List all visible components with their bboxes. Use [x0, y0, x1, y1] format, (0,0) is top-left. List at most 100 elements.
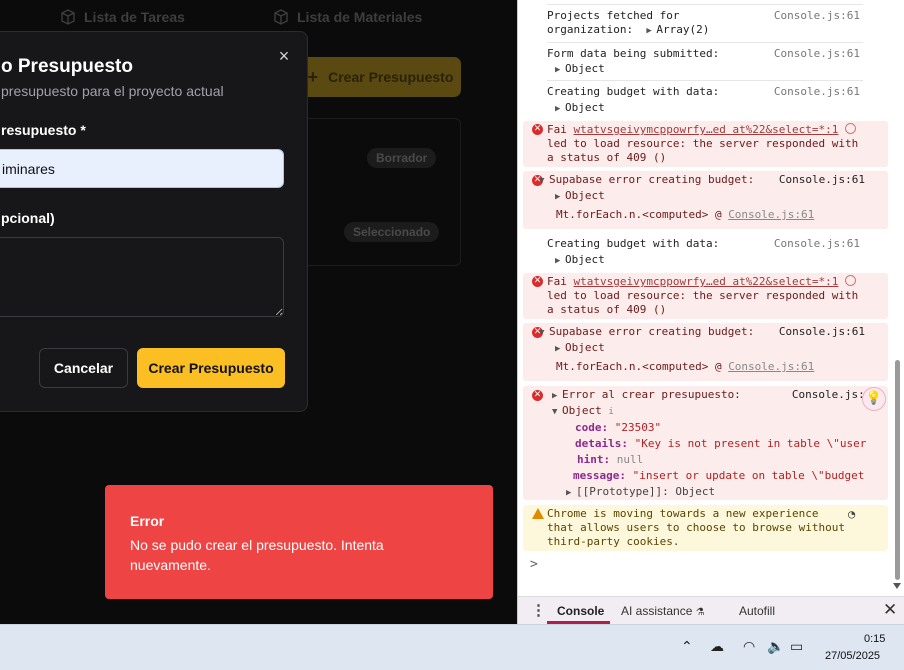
warning-line1: Chrome is moving towards a new experienc…	[547, 507, 819, 520]
cancel-button[interactable]: Cancelar	[39, 348, 128, 388]
error-line2: led to load resource: the server respond…	[547, 289, 859, 302]
collapse-triangle-icon[interactable]: ▼	[552, 407, 562, 417]
create-budget-button[interactable]: Crear Presupuesto	[137, 348, 285, 388]
network-icon[interactable]	[845, 123, 857, 134]
background-tabs: Lista de Tareas Lista de Materiales	[0, 0, 517, 34]
budget-notes-textarea[interactable]	[0, 237, 284, 317]
console-error-supabase-2: ✕ ▼ Supabase error creating budget: Conso…	[523, 323, 888, 381]
tab-materials-list[interactable]: Lista de Materiales	[273, 9, 422, 25]
expand-triangle-icon[interactable]: ▶	[555, 63, 565, 77]
stack-source-link[interactable]: Console.js:61	[728, 360, 814, 373]
volume-icon[interactable]: 🔈	[767, 639, 784, 655]
background-create-budget-button[interactable]: + Crear Presupuesto	[300, 57, 461, 97]
prop-code: code: "23503"	[575, 421, 661, 434]
source-link[interactable]: Console.js:61	[779, 325, 865, 338]
cookie-icon[interactable]: ◔	[848, 507, 855, 521]
wifi-icon[interactable]: ◠	[743, 639, 755, 655]
collapse-triangle-icon[interactable]: ▼	[539, 326, 549, 340]
cloud-icon[interactable]: ☁	[710, 639, 724, 655]
console-error-create-budget: ✕ ▶ Error al crear presupuesto: Console.j…	[523, 386, 888, 500]
error-object-row: ▶ Object	[555, 189, 605, 202]
log-text: Form data being submitted:	[547, 47, 720, 60]
error-header: ▼ Supabase error creating budget:	[539, 173, 754, 188]
scrollbar-thumb[interactable]	[895, 360, 900, 580]
clock-time[interactable]: 0:15	[864, 633, 885, 645]
console-prompt[interactable]: >	[530, 557, 538, 572]
resource-link[interactable]: wtatvsgeivymcppowrfy…ed at%22&select=*:1	[574, 123, 839, 136]
source-link[interactable]: Console.js:61	[779, 173, 865, 186]
new-budget-dialog: o Presupuesto presupuesto para el proyec…	[0, 31, 308, 412]
tab-autofill[interactable]: Autofill	[739, 604, 775, 618]
error-value[interactable]: Object	[565, 189, 605, 202]
expand-triangle-icon[interactable]: ▶	[555, 254, 565, 268]
source-link[interactable]: Console.js:61	[774, 237, 860, 250]
more-options-icon[interactable]: ⋮	[531, 601, 546, 619]
source-link[interactable]: Console.js:61	[774, 85, 860, 98]
chevron-up-icon[interactable]: ⌃	[681, 639, 693, 655]
toast-message: No se pudo crear el presupuesto. Intenta…	[130, 537, 384, 573]
log-text: organization:	[547, 23, 634, 36]
log-value[interactable]: Object	[565, 253, 605, 266]
log-value[interactable]: Object	[565, 62, 605, 75]
prop-value: "23503"	[614, 421, 662, 434]
expand-triangle-icon[interactable]: ▶	[552, 389, 562, 403]
expand-triangle-icon[interactable]: ▶	[555, 344, 565, 354]
prop-hint: hint: null	[577, 453, 643, 466]
warning-icon	[532, 508, 544, 519]
plus-icon: +	[307, 66, 319, 87]
log-value[interactable]: Array(2)	[656, 23, 709, 36]
source-link[interactable]: Console.js:61	[774, 47, 860, 60]
error-header: ▶ Error al crear presupuesto:	[552, 388, 741, 403]
log-value[interactable]: Object	[565, 101, 605, 114]
error-icon: ✕	[532, 390, 543, 401]
error-line1: Fai wtatvsgeivymcppowrfy…ed at%22&select…	[547, 275, 857, 289]
expand-triangle-icon[interactable]: ▶	[555, 192, 565, 202]
source-link[interactable]: Console.js:61	[774, 9, 860, 22]
prototype-text[interactable]: [[Prototype]]: Object	[576, 485, 715, 498]
info-icon[interactable]: i	[608, 407, 613, 417]
error-text: Supabase error creating budget:	[549, 173, 755, 186]
expand-triangle-icon[interactable]: ▶	[646, 24, 656, 38]
log-text: Creating budget with data:	[547, 237, 720, 250]
prop-message: message: "insert or update on table \"bu…	[573, 469, 864, 482]
ai-explain-button[interactable]: 💡	[862, 387, 886, 411]
error-prefix: Fai	[547, 275, 574, 288]
network-icon[interactable]	[845, 275, 857, 286]
stack-trace-line: Mt.forEach.n.<computed> @ Console.js:61	[556, 360, 814, 373]
box-icon	[61, 9, 75, 25]
tab-console[interactable]: Console	[557, 604, 604, 618]
budget-name-input[interactable]	[0, 149, 284, 188]
collapse-triangle-icon[interactable]: ▼	[539, 174, 549, 188]
warning-line3: third-party cookies.	[547, 535, 680, 548]
log-text: Creating budget with data:	[547, 85, 720, 98]
clock-date[interactable]: 27/05/2025	[825, 650, 880, 662]
close-drawer-icon[interactable]: ✕	[883, 600, 897, 620]
console-error-resource-409: ✕ Fai wtatvsgeivymcppowrfy…ed at%22&sele…	[523, 121, 888, 167]
dialog-description: presupuesto para el proyecto actual	[1, 83, 224, 99]
tab-ai-assistance[interactable]: AI assistance ⚗	[621, 604, 705, 618]
console-scrollbar[interactable]	[892, 0, 902, 596]
console-error-resource-409-2: ✕ Fai wtatvsgeivymcppowrfy…ed at%22&sele…	[523, 273, 888, 319]
battery-icon[interactable]: ▭	[790, 639, 803, 655]
warning-line2: that allows users to choose to browse wi…	[547, 521, 846, 534]
error-icon: ✕	[532, 276, 543, 287]
resource-link[interactable]: wtatvsgeivymcppowrfy…ed at%22&select=*:1	[574, 275, 839, 288]
dialog-title: o Presupuesto	[1, 56, 133, 77]
prop-value: "insert or update on table \"budget	[632, 469, 865, 482]
console-log-creating-budget: Creating budget with data: ▶ Object Conso…	[518, 84, 888, 116]
error-toast[interactable]: Error No se pudo crear el presupuesto. I…	[105, 485, 493, 599]
error-line3: a status of 409 ()	[547, 151, 667, 164]
console-error-supabase: ✕ ▼ Supabase error creating budget: Conso…	[523, 171, 888, 229]
expand-triangle-icon[interactable]: ▶	[555, 102, 565, 116]
error-value[interactable]: Object	[562, 404, 602, 417]
error-value[interactable]: Object	[565, 341, 605, 354]
stack-source-link[interactable]: Console.js:61	[728, 208, 814, 221]
prop-value: "Key is not present in table \"user	[634, 437, 867, 450]
close-icon[interactable]: ×	[276, 47, 292, 65]
scroll-down-arrow-icon[interactable]	[893, 583, 901, 589]
prop-value: null	[616, 453, 644, 466]
expand-triangle-icon[interactable]: ▶	[566, 488, 576, 498]
prop-key: code:	[575, 421, 609, 434]
console-log-form-data: Form data being submitted: ▶ Object Conso…	[518, 46, 888, 78]
tab-task-list[interactable]: Lista de Tareas	[60, 9, 185, 25]
